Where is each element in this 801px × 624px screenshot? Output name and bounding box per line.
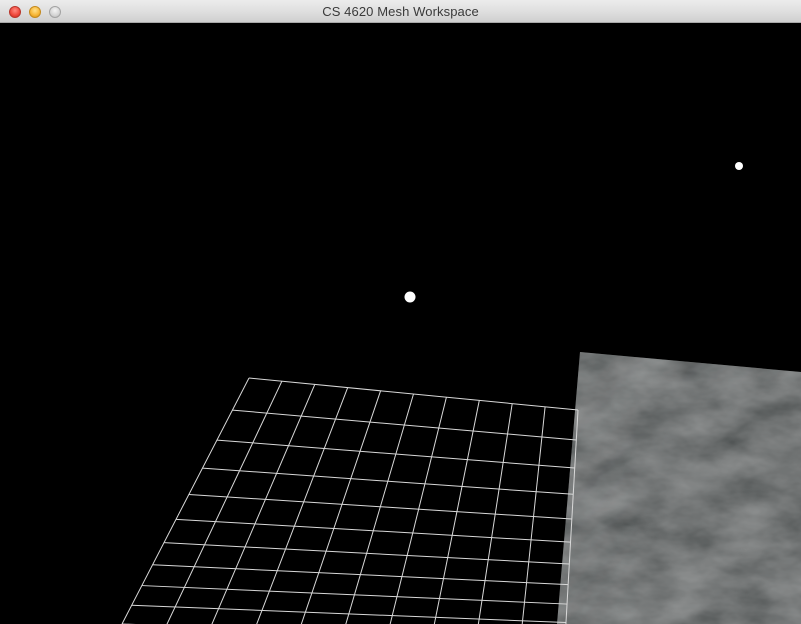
scene-canvas (121, 162, 801, 624)
light-marker[interactable] (404, 291, 416, 303)
wireframe-grid (121, 377, 579, 624)
grid-line (300, 390, 382, 624)
textured-plane (557, 352, 801, 624)
grid-line (211, 384, 316, 624)
title-bar[interactable]: CS 4620 Mesh Workspace (0, 0, 801, 23)
render-viewport[interactable] (0, 23, 801, 624)
grid-line (256, 387, 349, 624)
app-window: CS 4620 Mesh Workspace (0, 0, 801, 624)
grid-line (345, 393, 414, 624)
grid-line (521, 406, 546, 624)
light-marker[interactable] (735, 162, 743, 170)
window-title: CS 4620 Mesh Workspace (322, 4, 479, 19)
